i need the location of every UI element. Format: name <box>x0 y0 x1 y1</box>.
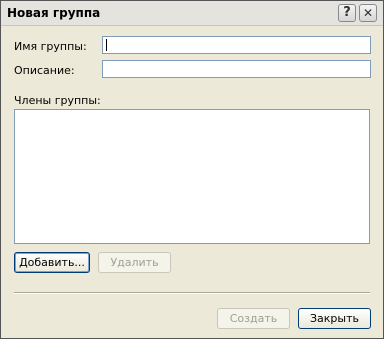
add-member-button[interactable]: Добавить... <box>14 252 90 273</box>
close-icon: ✕ <box>362 6 374 20</box>
remove-button-label: Удалить <box>110 256 159 269</box>
new-group-dialog: Новая группа ? ✕ Имя группы: Описание: Ч… <box>0 0 384 339</box>
members-label: Члены группы: <box>14 94 101 107</box>
title-bar[interactable]: Новая группа ? ✕ <box>1 1 383 26</box>
help-button[interactable]: ? <box>338 4 356 22</box>
remove-member-button[interactable]: Удалить <box>98 252 171 273</box>
close-button[interactable]: Закрыть <box>298 308 371 329</box>
group-name-label: Имя группы: <box>14 40 87 53</box>
text-cursor <box>106 39 107 51</box>
dialog-title: Новая группа <box>7 6 101 20</box>
group-name-input[interactable] <box>102 36 371 54</box>
members-list[interactable] <box>14 109 370 244</box>
close-window-button[interactable]: ✕ <box>359 4 377 22</box>
create-button-label: Создать <box>229 312 278 325</box>
add-button-label: Добавить... <box>19 256 85 269</box>
create-button[interactable]: Создать <box>217 308 290 329</box>
description-input[interactable] <box>102 60 371 78</box>
close-button-label: Закрыть <box>310 312 359 325</box>
divider <box>14 292 370 294</box>
help-icon: ? <box>343 5 351 20</box>
description-label: Описание: <box>14 64 75 77</box>
